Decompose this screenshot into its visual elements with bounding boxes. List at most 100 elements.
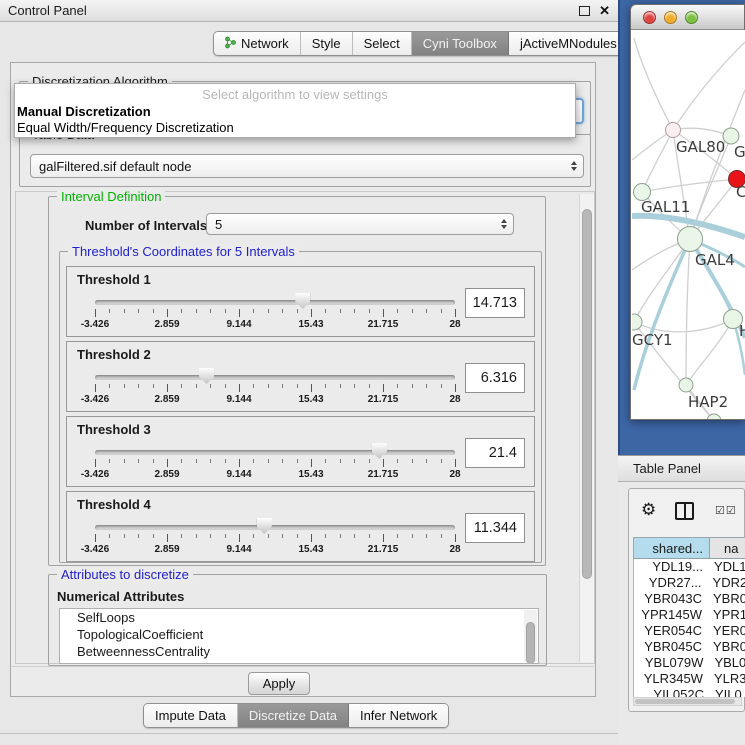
popup-option-equal-width[interactable]: Equal Width/Frequency Discretization [17,120,234,135]
tab-label: Network [241,36,289,51]
attribute-item[interactable]: BetweennessCentrality [60,643,538,660]
tab-label: Style [312,36,341,51]
slider-tick-labels: -3.4262.8599.14415.4321.71528 [67,319,534,331]
threshold-panel: Threshold 3 -3.4262.8599.14415.4321.7152… [66,416,535,487]
tick-label: -3.426 [81,469,109,480]
table-row[interactable]: YDL19...YDL1 [634,559,745,575]
slider-track[interactable] [95,450,455,455]
checkbox-icons[interactable]: ☑☑ [715,504,737,517]
close-icon[interactable]: ✕ [599,3,610,19]
network-node[interactable] [666,123,681,138]
table-rows: YDL19...YDL1YDR27...YDR2YBR043CYBR0YPR14… [633,559,745,697]
network-node-label: GAL80 [676,138,725,156]
attribute-item[interactable]: TopologicalCoefficient [60,626,538,643]
traffic-light-button[interactable] [664,11,677,24]
threshold-value-field[interactable]: 11.344 [465,513,525,543]
table-row[interactable]: YBR045CYBR0 [634,639,745,655]
checkbox-icon[interactable]: ☑ [715,505,726,517]
network-canvas[interactable]: GAL80GACGAL11GAL4GCY1HHAP2 [632,30,745,419]
slider-track[interactable] [95,525,455,530]
interval-definition-title: Interval Definition [57,189,165,204]
threshold-label: Threshold 1 [77,272,151,287]
tick-label: 28 [449,394,460,405]
tick-label: -3.426 [81,319,109,330]
tab-label: Cyni Toolbox [423,36,497,51]
columns-icon[interactable] [675,502,694,520]
table-row[interactable]: YBL079WYBL0 [634,655,745,671]
float-window-icon[interactable] [579,6,590,16]
table-hscrollbar-thumb[interactable] [635,699,735,704]
tick-label: 28 [449,469,460,480]
checkbox-icon[interactable]: ☑ [726,505,737,517]
table-panel-window: ⚙ ☑☑ shared... na YDL19...YDL1YDR27...YD… [628,488,745,712]
network-node-label: GCY1 [632,331,673,349]
table-header-shared[interactable]: shared... [634,538,710,558]
apply-separator [12,666,594,667]
tab-cyni-toolbox[interactable]: Cyni Toolbox [412,32,509,55]
table-row[interactable]: YER054CYER0 [634,623,745,639]
traffic-light-button[interactable] [685,11,698,24]
algorithm-popup: Select algorithm to view settings Manual… [14,83,576,138]
slider-ticks [67,309,534,319]
slider-thumb[interactable] [295,293,310,309]
table-row[interactable]: YDR27...YDR2 [634,575,745,591]
popup-option-manual[interactable]: Manual Discretization [17,104,151,119]
table-row[interactable]: YPR145WYPR1 [634,607,745,623]
node-table: shared... na YDL19...YDL1YDR27...YDR2YBR… [633,537,745,697]
panel-bottom-divider [0,733,618,734]
slider-track[interactable] [95,375,455,380]
network-edge[interactable] [673,128,731,136]
attribute-item[interactable]: SelfLoops [60,609,538,626]
apply-button[interactable]: Apply [248,672,310,695]
traffic-light-button[interactable] [643,11,656,24]
network-node[interactable] [723,128,739,144]
table-header-name[interactable]: na [710,538,745,558]
network-edge[interactable] [686,319,733,385]
table-hscrollbar[interactable] [633,697,742,706]
panel-scrollbar-thumb[interactable] [582,209,592,579]
slider-thumb[interactable] [199,368,214,384]
tick-label: -3.426 [81,394,109,405]
threshold-value-field[interactable]: 14.713 [465,288,525,318]
threshold-value-field[interactable]: 6.316 [465,363,525,393]
tick-label: 21.715 [368,394,399,405]
network-edge[interactable] [642,130,673,192]
network-edge[interactable] [634,319,733,332]
slider-thumb[interactable] [257,518,272,534]
tab-label: Infer Network [360,708,437,723]
table-row[interactable]: YBR043CYBR0 [634,591,745,607]
tab-discretize-data[interactable]: Discretize Data [238,704,349,727]
number-of-intervals-combo[interactable]: 5 [206,213,514,235]
network-edge[interactable] [634,38,673,130]
gear-icon[interactable]: ⚙ [641,501,656,518]
slider-tick-labels: -3.4262.8599.14415.4321.71528 [67,544,534,556]
tab-network[interactable]: Network [214,32,301,55]
right-column: GAL80GACGAL11GAL4GCY1HHAP2 Table Panel ⚙… [618,0,745,745]
panel-scrollbar[interactable] [579,194,594,662]
slider-thumb[interactable] [372,443,387,459]
slider-track[interactable] [95,300,455,305]
list-scrollbar[interactable] [524,610,537,662]
traffic-lights [643,11,698,24]
threshold-value-field[interactable]: 21.4 [465,438,525,468]
table-panel-title: Table Panel [633,461,701,476]
network-edge[interactable] [634,239,690,390]
table-row[interactable]: YIL052CYIL0 [634,687,745,697]
table-row[interactable]: YLR345WYLR3 [634,671,745,687]
table-data-combo[interactable]: galFiltered.sif default node [30,154,584,178]
network-node[interactable] [632,314,642,330]
threshold-panel: Threshold 1 -3.4262.8599.14415.4321.7152… [66,266,535,337]
tick-label: 9.144 [226,394,251,405]
network-edge[interactable] [686,239,690,385]
network-node[interactable] [679,378,693,392]
tab-jactivemnodules[interactable]: jActiveMNodules [509,32,628,55]
tab-style[interactable]: Style [301,32,353,55]
network-edge[interactable] [642,179,737,192]
tab-select[interactable]: Select [353,32,412,55]
tab-impute-data[interactable]: Impute Data [144,704,238,727]
network-node[interactable] [678,227,703,252]
tick-label: 2.859 [154,544,179,555]
list-scrollbar-thumb[interactable] [526,622,535,664]
tab-infer-network[interactable]: Infer Network [349,704,448,727]
number-of-intervals-label: Number of Intervals [85,218,207,233]
